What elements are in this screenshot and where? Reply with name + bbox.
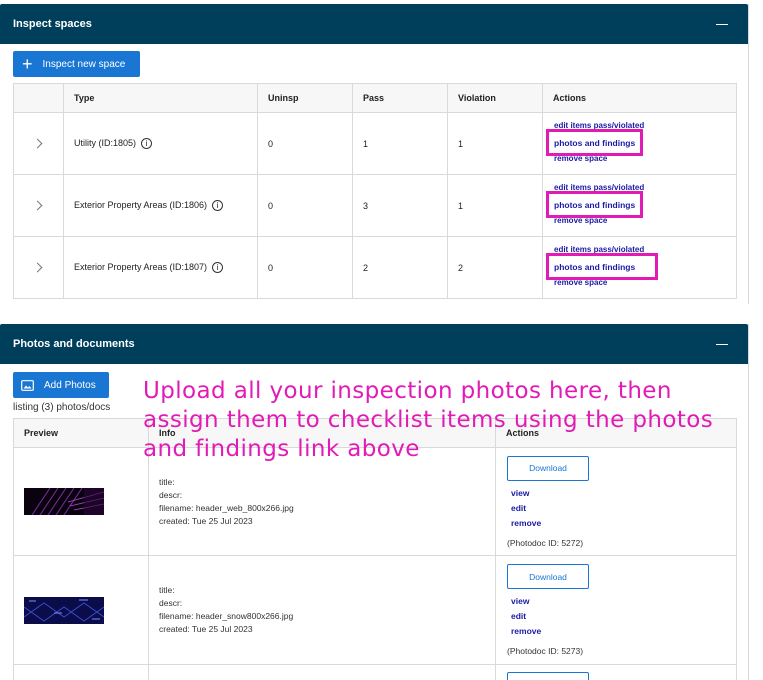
col-uninsp: Uninsp: [257, 83, 353, 113]
inspect-new-space-label: Inspect new space: [42, 58, 126, 70]
expand-cell[interactable]: [13, 112, 64, 175]
col-type: Type: [63, 83, 258, 113]
preview-cell: [13, 447, 149, 556]
add-photos-button[interactable]: Add Photos: [13, 372, 109, 398]
info-descr: descr:: [159, 489, 183, 500]
preview-thumbnail[interactable]: [24, 488, 104, 515]
inspect-spaces-header: Inspect spaces: [0, 4, 748, 44]
listing-count: listing (3) photos/docs: [13, 402, 111, 413]
violation-cell: 1: [447, 174, 543, 237]
download-button[interactable]: Download: [507, 564, 589, 589]
preview-thumbnail[interactable]: [24, 596, 104, 624]
info-cell: [148, 664, 496, 680]
info-descr: descr:: [159, 598, 183, 608]
photos-and-findings-link[interactable]: photos and findings: [546, 253, 658, 280]
preview-cell: [13, 664, 149, 680]
view-link[interactable]: view: [511, 488, 725, 498]
photo-actions-cell: [495, 664, 737, 680]
table-row: Utility (ID:1805) i 0 1 1 edit items pass…: [13, 112, 737, 175]
expand-cell[interactable]: [13, 174, 64, 237]
table-row: title: descr: filename: header_snow800x2…: [13, 555, 737, 665]
actions-cell: edit items pass/violated remove space ph…: [542, 112, 737, 175]
col-violation: Violation: [447, 83, 543, 113]
info-icon[interactable]: i: [141, 138, 153, 150]
col-preview: Preview: [13, 418, 149, 448]
expand-cell[interactable]: [13, 236, 64, 299]
actions-cell: edit items pass/violated remove space ph…: [542, 236, 737, 299]
type-cell: Exterior Property Areas (ID:1806) i: [63, 174, 258, 237]
violation-cell: 1: [447, 112, 543, 175]
add-photos-label: Add Photos: [44, 379, 96, 391]
spaces-table: Type Uninsp Pass Violation Actions Utili…: [13, 83, 737, 299]
space-type: Utility (ID:1805): [74, 137, 137, 148]
uninsp-cell: 0: [257, 174, 353, 237]
chevron-right-icon[interactable]: [32, 138, 43, 148]
remove-link[interactable]: remove: [511, 626, 725, 636]
table-row: Exterior Property Areas (ID:1807) i 0 2 2…: [13, 236, 737, 299]
col-actions: Actions: [542, 83, 737, 113]
collapse-icon[interactable]: [716, 343, 728, 345]
spaces-header-row: Type Uninsp Pass Violation Actions: [13, 83, 737, 113]
edit-link[interactable]: edit: [511, 503, 725, 513]
uninsp-cell: 0: [257, 236, 353, 299]
inspect-spaces-title: Inspect spaces: [13, 18, 92, 30]
photodoc-id: (Photodoc ID: 5273): [507, 646, 584, 656]
photos-and-findings-link[interactable]: photos and findings: [546, 129, 644, 156]
pass-cell: 3: [352, 174, 448, 237]
info-created: created: Tue 25 Jul 2023: [159, 515, 253, 526]
photos-title: Photos and documents: [13, 338, 135, 350]
download-button[interactable]: [507, 672, 589, 680]
photo-actions-cell: Download view edit remove (Photodoc ID: …: [495, 555, 737, 665]
view-link[interactable]: view: [511, 596, 725, 606]
preview-cell: [13, 555, 149, 665]
plus-icon: +: [22, 54, 33, 74]
pass-cell: 2: [352, 236, 448, 299]
space-type: Exterior Property Areas (ID:1807): [74, 261, 208, 272]
info-cell: title: descr: filename: header_snow800x2…: [148, 555, 496, 665]
chevron-right-icon[interactable]: [32, 200, 43, 210]
table-row: Exterior Property Areas (ID:1806) i 0 3 1…: [13, 174, 737, 237]
col-pass: Pass: [352, 83, 448, 113]
edit-link[interactable]: edit: [511, 611, 725, 621]
photos-and-findings-link[interactable]: photos and findings: [546, 191, 644, 218]
col-expand: [13, 83, 64, 113]
image-icon: [21, 379, 34, 391]
info-icon[interactable]: i: [212, 262, 224, 274]
actions-cell: edit items pass/violated remove space ph…: [542, 174, 737, 237]
remove-link[interactable]: remove: [511, 518, 725, 528]
info-icon[interactable]: i: [212, 200, 224, 212]
annotation-text: Upload all your inspection photos here, …: [143, 378, 714, 462]
photodoc-id: (Photodoc ID: 5272): [507, 537, 584, 548]
space-type: Exterior Property Areas (ID:1806): [74, 199, 208, 210]
info-created: created: Tue 25 Jul 2023: [159, 624, 253, 634]
table-row: [13, 664, 737, 680]
pass-cell: 1: [352, 112, 448, 175]
type-cell: Exterior Property Areas (ID:1807) i: [63, 236, 258, 299]
info-filename: filename: header_snow800x266.jpg: [159, 611, 294, 621]
info-title: title:: [159, 585, 175, 595]
collapse-icon[interactable]: [716, 23, 728, 25]
info-filename: filename: header_web_800x266.jpg: [159, 502, 294, 513]
page: Inspect spaces + Inspect new space Type …: [0, 0, 763, 680]
type-cell: Utility (ID:1805) i: [63, 112, 258, 175]
chevron-right-icon[interactable]: [32, 262, 43, 272]
info-title: title:: [159, 476, 175, 487]
uninsp-cell: 0: [257, 112, 353, 175]
photos-header: Photos and documents: [0, 324, 748, 364]
violation-cell: 2: [447, 236, 543, 299]
inspect-new-space-button[interactable]: + Inspect new space: [13, 51, 140, 77]
